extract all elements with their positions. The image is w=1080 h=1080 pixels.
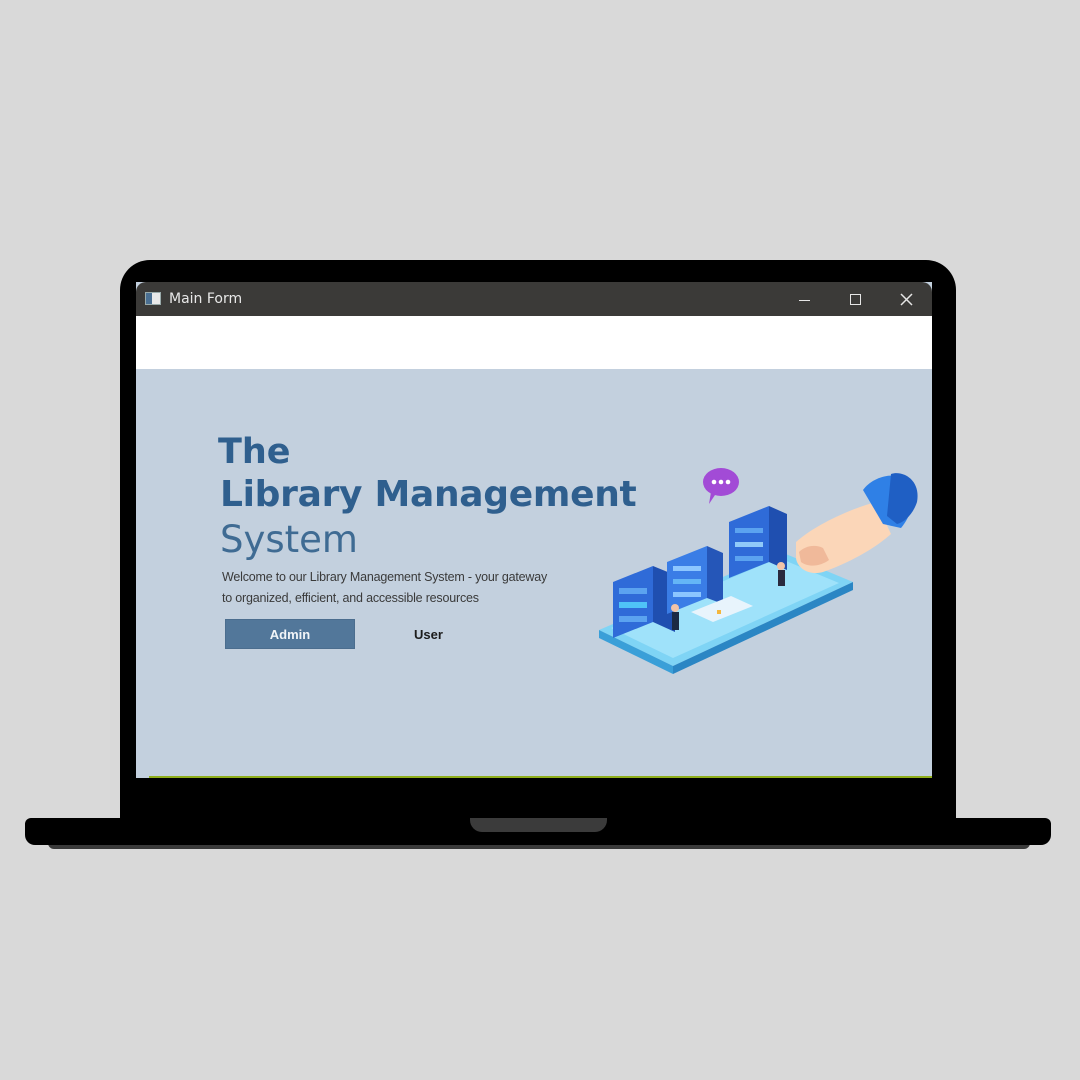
top-panel <box>136 316 932 369</box>
hero-title-line2: Library Management <box>220 474 637 515</box>
title-bar[interactable]: Main Form <box>136 282 932 316</box>
laptop-notch <box>470 818 607 832</box>
accent-bar <box>149 776 932 778</box>
user-button[interactable]: User <box>376 619 481 649</box>
description-line1: Welcome to our Library Management System… <box>222 570 548 584</box>
library-hand-isometric-illustration <box>599 468 918 674</box>
close-button[interactable] <box>881 282 931 316</box>
maximize-icon <box>849 293 861 305</box>
main-form-window: Main Form The Library Management System … <box>136 282 932 778</box>
description-line2: to organized, efficient, and accessible … <box>222 591 479 605</box>
hero-title-line3: System <box>220 518 358 561</box>
hero-title-line1: The <box>218 432 291 472</box>
minimize-button[interactable] <box>779 282 829 316</box>
minimize-icon <box>798 299 810 301</box>
form-icon <box>145 292 161 305</box>
maximize-button[interactable] <box>830 282 880 316</box>
close-icon <box>899 292 913 306</box>
welcome-description: Welcome to our Library Management System… <box>222 567 602 609</box>
admin-button[interactable]: Admin <box>225 619 355 649</box>
window-title: Main Form <box>169 291 243 307</box>
